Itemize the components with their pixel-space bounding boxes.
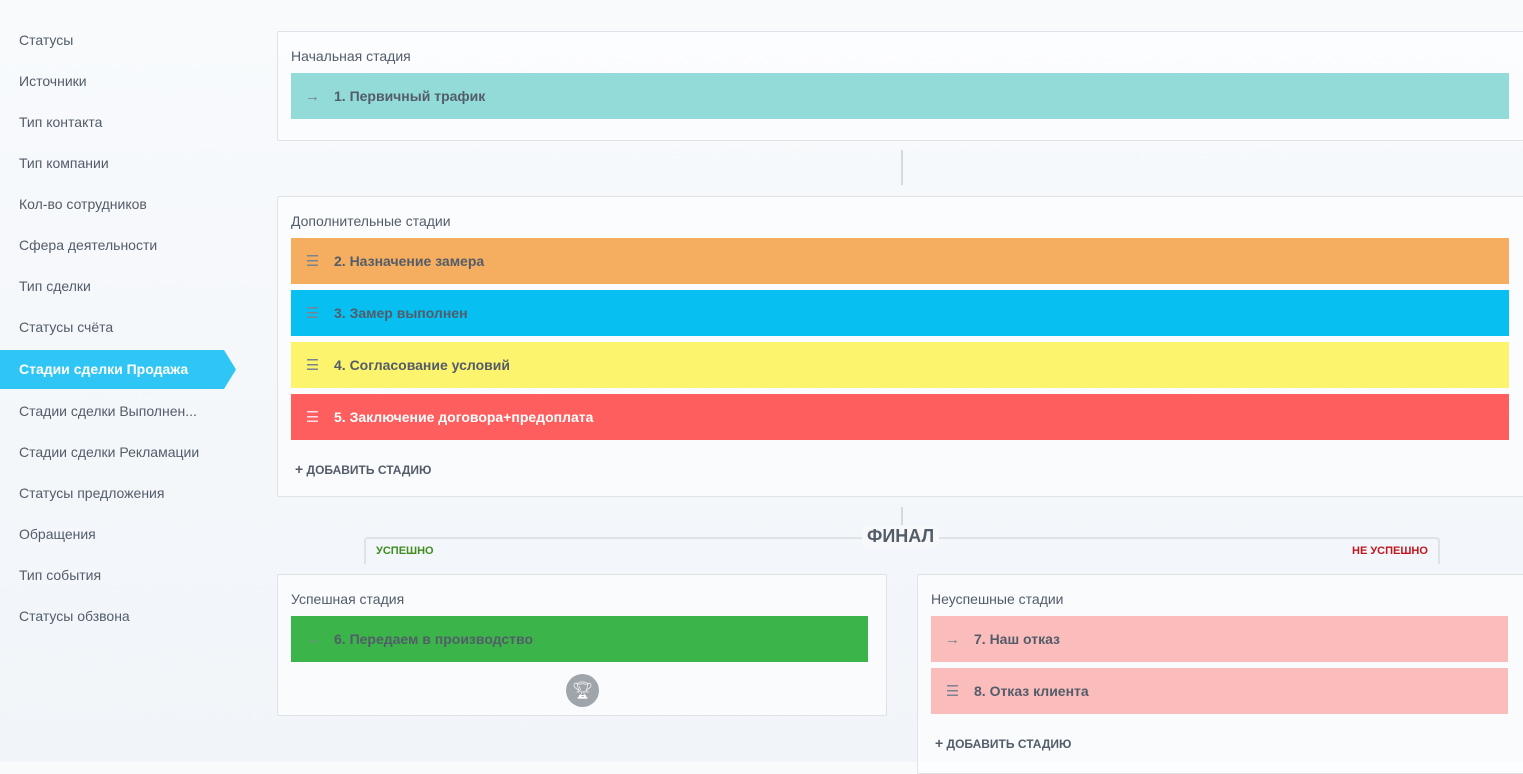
stage-label: 3. Замер выполнен bbox=[334, 305, 468, 321]
extra-stages-panel: Дополнительные стадии ☰ 2. Назначение зам… bbox=[277, 196, 1523, 497]
sidebar-item[interactable]: Статусы bbox=[0, 20, 215, 61]
drag-handle-icon[interactable]: ☰ bbox=[291, 356, 334, 374]
add-stage-label: ДОБАВИТЬ СТАДИЮ bbox=[306, 463, 432, 477]
stage-label: 2. Назначение замера bbox=[334, 253, 485, 269]
stage-row[interactable]: ☰ 8. Отказ клиента bbox=[931, 668, 1508, 714]
fail-stages-panel: Неуспешные стадии → 7. Наш отказ ☰ 8. Отка… bbox=[917, 574, 1523, 774]
arrow-right-icon: → bbox=[305, 630, 320, 648]
add-stage-label: ДОБАВИТЬ СТАДИЮ bbox=[946, 737, 1072, 751]
success-label: УСПЕШНО bbox=[376, 545, 434, 557]
initial-stage-panel: Начальная стадия → 1. Первичный трафик bbox=[277, 31, 1523, 141]
sidebar-item[interactable]: Статусы предложения bbox=[0, 473, 215, 514]
sidebar-item[interactable]: Тип компании bbox=[0, 143, 215, 184]
sidebar-item[interactable]: Тип контакта bbox=[0, 102, 215, 143]
final-title: ФИНАЛ bbox=[862, 526, 940, 547]
stage-row[interactable]: ☰ 3. Замер выполнен bbox=[291, 290, 1509, 336]
stage-row[interactable]: → 7. Наш отказ bbox=[931, 616, 1508, 662]
stage-row[interactable]: ☰ 5. Заключение договора+предоплата bbox=[291, 394, 1509, 440]
connector-line bbox=[901, 507, 903, 525]
sidebar-item[interactable]: Стадии сделки Выполнен... bbox=[0, 391, 215, 432]
stage-label: 6. Передаем в производство bbox=[334, 631, 534, 647]
trophy-icon: 🏆︎ bbox=[566, 674, 599, 707]
add-stage-button[interactable]: + ДОБАВИТЬ СТАДИЮ bbox=[295, 461, 431, 477]
panel-title: Успешная стадия bbox=[291, 591, 405, 607]
connector-line bbox=[901, 150, 903, 185]
drag-handle-icon[interactable]: ☰ bbox=[291, 304, 334, 322]
sidebar: Статусы Источники Тип контакта Тип компа… bbox=[0, 20, 236, 637]
fail-label: НЕ УСПЕШНО bbox=[1352, 545, 1428, 557]
sidebar-item[interactable]: Статусы обзвона bbox=[0, 596, 215, 637]
add-stage-button[interactable]: + ДОБАВИТЬ СТАДИЮ bbox=[935, 735, 1071, 751]
panel-title: Неуспешные стадии bbox=[931, 591, 1064, 607]
stage-label: 1. Первичный трафик bbox=[334, 88, 486, 104]
sidebar-item[interactable]: Тип сделки bbox=[0, 266, 215, 307]
sidebar-item[interactable]: Сфера деятельности bbox=[0, 225, 215, 266]
success-stage-panel: Успешная стадия → 6. Передаем в производс… bbox=[277, 574, 887, 716]
panel-title: Начальная стадия bbox=[291, 48, 411, 64]
panel-title: Дополнительные стадии bbox=[291, 213, 451, 229]
arrow-right-icon: → bbox=[305, 87, 320, 105]
stage-label: 7. Наш отказ bbox=[974, 631, 1061, 647]
drag-handle-icon[interactable]: ☰ bbox=[291, 252, 334, 270]
arrow-right-icon: → bbox=[945, 630, 960, 648]
stage-label: 8. Отказ клиента bbox=[974, 683, 1089, 699]
drag-handle-icon[interactable]: ☰ bbox=[291, 408, 334, 426]
stage-row[interactable]: ☰ 2. Назначение замера bbox=[291, 238, 1509, 284]
stage-row[interactable]: → 6. Передаем в производство bbox=[291, 616, 868, 662]
drag-handle-icon[interactable]: ☰ bbox=[931, 682, 974, 700]
sidebar-item[interactable]: Источники bbox=[0, 61, 215, 102]
sidebar-item-active[interactable]: Стадии сделки Продажа bbox=[0, 350, 236, 389]
sidebar-item[interactable]: Кол-во сотрудников bbox=[0, 184, 215, 225]
stage-label: 5. Заключение договора+предоплата bbox=[334, 409, 594, 425]
sidebar-item[interactable]: Тип события bbox=[0, 555, 215, 596]
stage-row[interactable]: ☰ 4. Согласование условий bbox=[291, 342, 1509, 388]
sidebar-item[interactable]: Стадии сделки Рекламации bbox=[0, 432, 215, 473]
stage-label: 4. Согласование условий bbox=[334, 357, 510, 373]
stage-row[interactable]: → 1. Первичный трафик bbox=[291, 73, 1509, 119]
sidebar-item[interactable]: Статусы счёта bbox=[0, 307, 215, 348]
sidebar-item[interactable]: Обращения bbox=[0, 514, 215, 555]
